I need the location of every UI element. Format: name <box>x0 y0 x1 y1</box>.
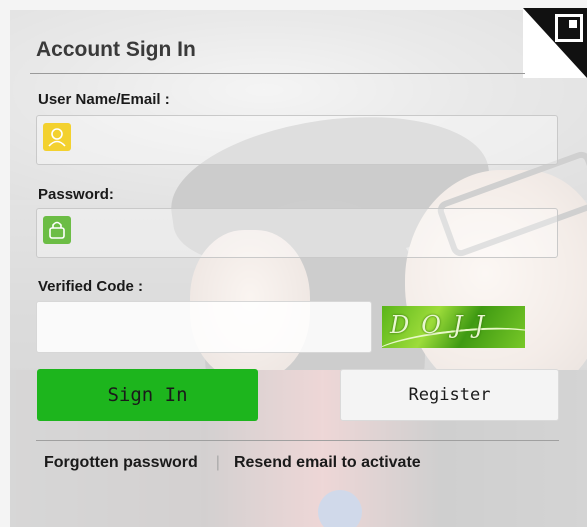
password-label: Password: <box>38 186 114 203</box>
left-edge <box>0 0 10 527</box>
register-button[interactable]: Register <box>340 369 559 421</box>
verified-code-label: Verified Code : <box>38 278 144 295</box>
lock-icon <box>43 216 71 244</box>
footer-links: Forgotten password | Resend email to act… <box>44 454 421 472</box>
verified-code-field[interactable] <box>36 301 372 353</box>
qr-code-icon[interactable] <box>523 8 587 78</box>
footer-divider <box>36 440 559 441</box>
sign-in-button[interactable]: Sign In <box>37 369 258 421</box>
verified-code-input[interactable] <box>47 312 361 346</box>
qr-finder-pattern <box>555 14 583 42</box>
login-screen: Account Sign In User Name/Email : Passwo… <box>0 0 587 527</box>
captcha-image[interactable]: DOJJ <box>382 306 525 348</box>
password-input[interactable] <box>81 217 549 251</box>
page-title: Account Sign In <box>36 38 196 61</box>
forgotten-password-link[interactable]: Forgotten password <box>44 454 198 472</box>
link-separator: | <box>215 454 220 471</box>
login-panel <box>10 10 587 527</box>
title-divider <box>30 73 525 74</box>
username-label: User Name/Email : <box>38 91 170 108</box>
captcha-text: DOJJ <box>390 311 497 339</box>
user-icon <box>43 123 71 151</box>
resend-activation-link[interactable]: Resend email to activate <box>234 454 421 472</box>
password-field[interactable] <box>36 208 558 258</box>
username-field[interactable] <box>36 115 558 165</box>
top-edge <box>0 0 587 10</box>
username-input[interactable] <box>81 124 549 158</box>
qr-finder-center <box>569 20 577 28</box>
